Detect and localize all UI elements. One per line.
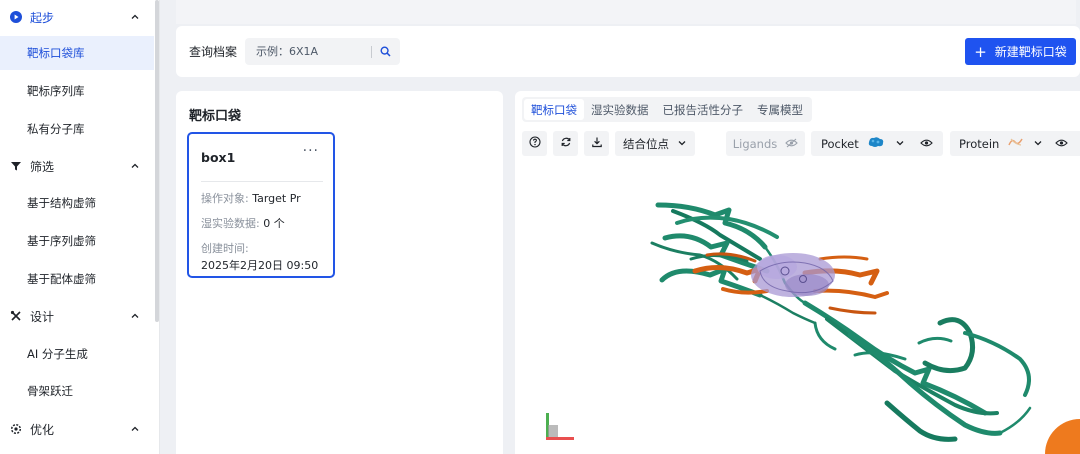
sidebar-group-optimize[interactable]: 优化 — [0, 412, 154, 446]
ligands-label: Ligands — [732, 136, 778, 151]
sidebar-item-scaffold-hopping[interactable]: 骨架跃迁 — [0, 374, 154, 408]
tab-exclusive-model[interactable]: 专属模型 — [750, 99, 810, 120]
chevron-down-icon[interactable] — [1033, 137, 1043, 151]
protein-toggle[interactable]: Protein — [950, 131, 1080, 156]
sidebar-group-label: 设计 — [30, 309, 55, 324]
sidebar-item-label: 基于序列虚筛 — [27, 234, 96, 248]
search-label: 查询档案 — [189, 45, 238, 59]
ligands-toggle[interactable]: Ligands — [726, 131, 805, 156]
tab-pocket[interactable]: 靶标口袋 — [524, 99, 584, 120]
protein-ribbons — [650, 202, 1032, 442]
filter-icon — [10, 160, 22, 172]
refresh-button[interactable] — [553, 131, 578, 156]
download-icon — [591, 136, 603, 151]
help-button[interactable] — [522, 131, 547, 156]
chevron-down-icon[interactable] — [895, 137, 905, 151]
card-divider — [201, 181, 323, 182]
sidebar-group-label: 筛选 — [30, 159, 55, 174]
search-icon[interactable] — [372, 39, 399, 64]
binding-site-label: 结合位点 — [623, 136, 669, 151]
pocket-label: Pocket — [821, 136, 859, 151]
chevron-up-icon[interactable] — [130, 11, 140, 21]
settings-icon — [10, 423, 22, 435]
sidebar-item-ligand-screening[interactable]: 基于配体虚筛 — [0, 262, 154, 296]
sidebar-item-pocket-library[interactable]: 靶标口袋库 — [0, 36, 154, 70]
card-created-label: 创建时间: — [201, 242, 249, 255]
chevron-down-icon — [677, 137, 687, 151]
sidebar-group-label: 起步 — [30, 10, 55, 25]
sidebar-item-label: 私有分子库 — [27, 122, 85, 136]
protein-ribbon-icon — [1007, 136, 1025, 151]
sidebar-group-getting-started[interactable]: 起步 — [0, 0, 154, 34]
sidebar-item-sequence-library[interactable]: 靶标序列库 — [0, 74, 154, 108]
search-bar: 查询档案 + 新建靶标口袋 — [176, 26, 1080, 77]
pocket-card[interactable]: box1 ··· 操作对象: Target Pr 湿实验数据: 0 个 创建时间… — [187, 132, 335, 278]
design-tools-icon — [10, 310, 22, 322]
sidebar-item-label: 靶标口袋库 — [27, 46, 85, 60]
chevron-up-icon[interactable] — [130, 423, 140, 433]
pocket-toggle[interactable]: Pocket — [811, 131, 943, 156]
card-target-row: 操作对象: Target Pr — [201, 190, 301, 206]
eye-off-icon[interactable] — [785, 137, 799, 151]
search-input[interactable] — [245, 39, 371, 64]
card-target-value: Target Pr — [252, 192, 301, 205]
sidebar-item-label: 基于配体虚筛 — [27, 272, 96, 286]
download-button[interactable] — [584, 131, 609, 156]
protein-label: Protein — [959, 136, 1000, 151]
sidebar-item-label: 靶标序列库 — [27, 84, 85, 98]
plus-icon: + — [974, 42, 987, 61]
sidebar-item-label: AI 分子生成 — [27, 347, 88, 361]
sidebar-item-label: 基于结构虚筛 — [27, 196, 96, 210]
eye-icon[interactable] — [919, 137, 933, 151]
sidebar-item-structure-screening[interactable]: 基于结构虚筛 — [0, 186, 154, 220]
pocket-surface — [751, 253, 835, 297]
sidebar-item-ai-generation[interactable]: AI 分子生成 — [0, 337, 154, 371]
help-icon — [528, 136, 541, 151]
viewer-panel: 靶标口袋 湿实验数据 已报告活性分子 专属模型 结合位点 Ligands Poc… — [515, 91, 1080, 454]
sidebar-group-design[interactable]: 设计 — [0, 299, 154, 333]
sidebar-scrollbar[interactable] — [155, 0, 159, 322]
axis-gizmo — [546, 413, 574, 440]
sidebar-group-label: 优化 — [30, 422, 55, 437]
play-circle-icon — [10, 11, 22, 23]
sidebar: 起步 靶标口袋库 靶标序列库 私有分子库 筛选 基于结构虚筛 基于序列虚筛 基于… — [0, 0, 160, 454]
tab-wetlab-data[interactable]: 湿实验数据 — [584, 99, 656, 120]
pocket-surface-icon — [867, 136, 885, 151]
card-wetlab-label: 湿实验数据: — [201, 217, 260, 230]
tab-reported-actives[interactable]: 已报告活性分子 — [656, 99, 751, 120]
pocket-panel: 靶标口袋 box1 ··· 操作对象: Target Pr 湿实验数据: 0 个… — [176, 91, 503, 454]
card-target-label: 操作对象: — [201, 192, 249, 205]
binding-site-dropdown[interactable]: 结合位点 — [615, 131, 695, 156]
sidebar-group-screening[interactable]: 筛选 — [0, 149, 154, 183]
card-created-value: 2025年2月20日 09:50 — [201, 259, 319, 272]
new-pocket-label: 新建靶标口袋 — [994, 45, 1067, 59]
sidebar-item-sequence-screening[interactable]: 基于序列虚筛 — [0, 224, 154, 258]
card-wetlab-value: 0 个 — [263, 217, 285, 230]
card-wetlab-row: 湿实验数据: 0 个 — [201, 215, 285, 231]
pocket-card-name: box1 — [201, 150, 236, 165]
viewer-tabs: 靶标口袋 湿实验数据 已报告活性分子 专属模型 — [522, 97, 812, 122]
new-pocket-button[interactable]: + 新建靶标口袋 — [965, 38, 1076, 65]
chevron-up-icon[interactable] — [130, 160, 140, 170]
search-box — [245, 38, 400, 65]
top-strip — [176, 0, 1076, 24]
molecule-3d-viewport[interactable] — [515, 163, 1080, 454]
more-options-icon[interactable]: ··· — [303, 143, 319, 159]
refresh-icon — [560, 136, 572, 151]
pocket-panel-title: 靶标口袋 — [189, 109, 242, 124]
sidebar-item-private-molecules[interactable]: 私有分子库 — [0, 112, 154, 146]
eye-icon[interactable] — [1055, 137, 1069, 151]
help-float-button[interactable] — [1045, 419, 1080, 454]
chevron-up-icon[interactable] — [130, 310, 140, 320]
sidebar-item-label: 骨架跃迁 — [27, 384, 73, 398]
